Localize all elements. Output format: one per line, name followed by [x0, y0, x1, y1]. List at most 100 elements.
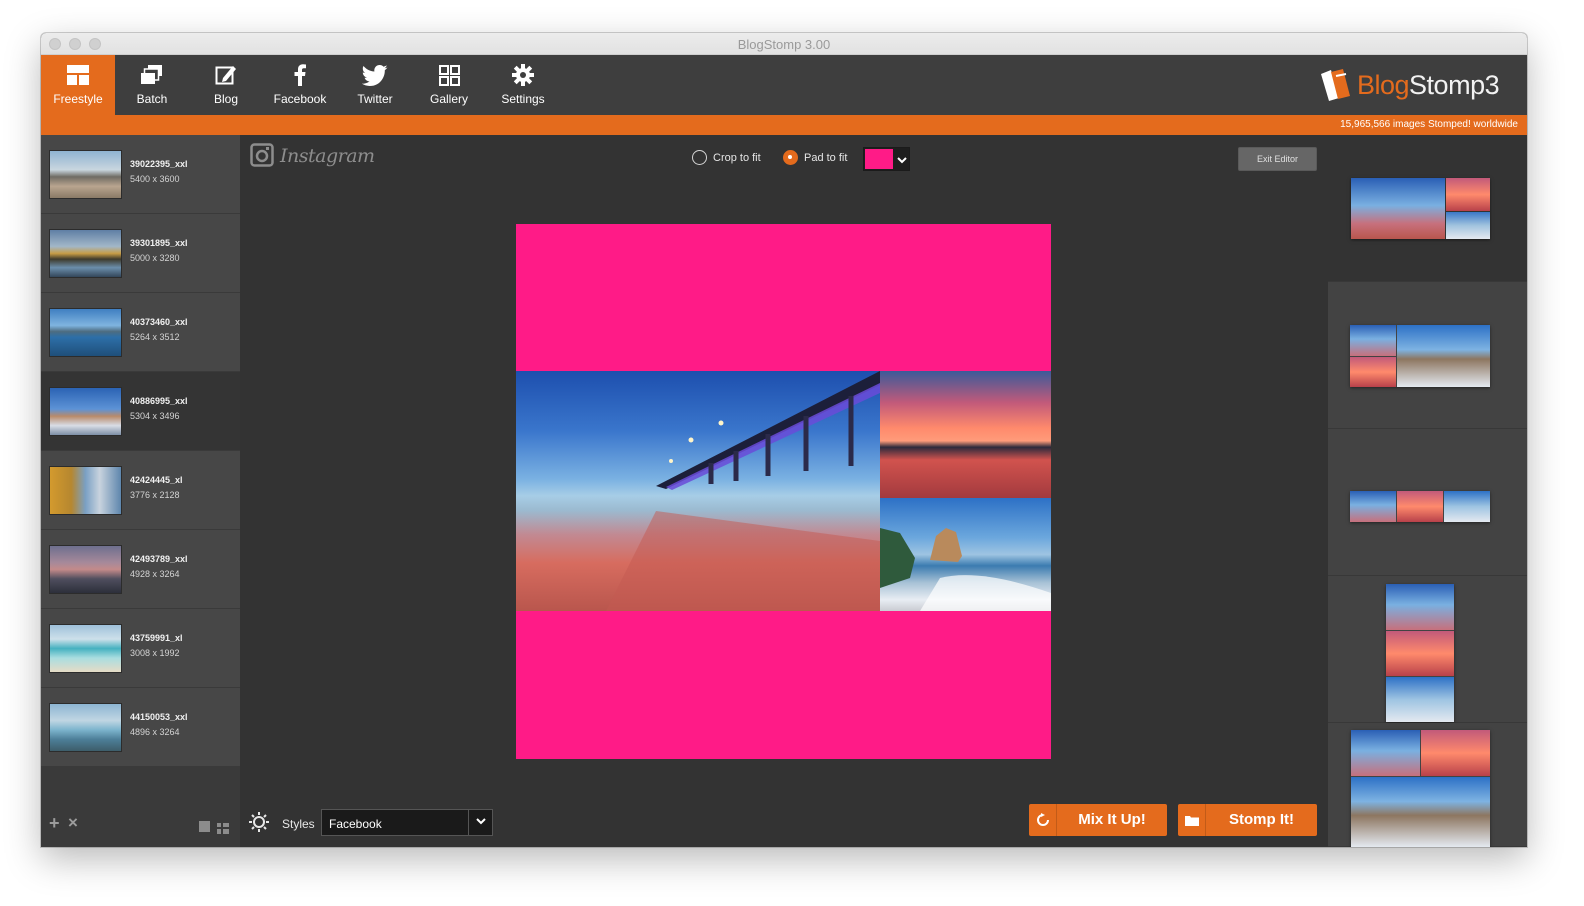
logo-mark-icon [1321, 69, 1350, 101]
layout-preview [1386, 584, 1454, 722]
tab-batch[interactable]: Batch [115, 55, 189, 115]
image-dims: 5264 x 3512 [130, 332, 180, 342]
image-thumbnail [49, 545, 122, 594]
image-list-item[interactable]: 43759991_xl 3008 x 1992 [41, 609, 240, 688]
image-list-item[interactable]: 39301895_xxl 5000 x 3280 [41, 214, 240, 293]
layout-preview [1350, 325, 1490, 387]
tab-facebook[interactable]: Facebook [263, 55, 337, 115]
app-window: BlogStomp 3.00 Freestyle Batch Blog Face… [41, 33, 1527, 847]
facebook-icon [263, 64, 337, 86]
image-thumbnail [49, 703, 122, 752]
shuffle-icon [1029, 804, 1057, 836]
image-dims: 3776 x 2128 [130, 490, 180, 500]
single-view-icon[interactable] [199, 821, 210, 832]
layout-canvas [516, 224, 1051, 759]
pier-photo[interactable] [516, 371, 880, 611]
image-dims: 5400 x 3600 [130, 174, 180, 184]
twitter-icon [338, 64, 412, 86]
window-title: BlogStomp 3.00 [737, 37, 831, 52]
mix-it-up-button[interactable]: Mix It Up! [1029, 804, 1167, 836]
image-name: 42424445_xl [130, 475, 183, 485]
image-list-item[interactable]: 44150053_xxl 4896 x 3264 [41, 688, 240, 767]
tab-settings[interactable]: Settings [486, 55, 560, 115]
mix-it-up-label: Mix It Up! [1078, 811, 1146, 828]
gear-icon [486, 64, 560, 86]
tab-blog[interactable]: Blog [189, 55, 263, 115]
layout-preset[interactable] [1328, 723, 1527, 847]
title-bar: BlogStomp 3.00 [41, 33, 1527, 55]
layout-preview [1351, 178, 1490, 239]
image-thumbnail [49, 624, 122, 673]
brightness-icon[interactable] [249, 812, 269, 832]
freestyle-icon [41, 64, 115, 86]
preset-name: Instagram [280, 145, 375, 167]
status-bar: 15,965,566 images Stomped! worldwide [41, 115, 1527, 135]
image-name: 43759991_xl [130, 633, 183, 643]
image-thumbnail [49, 466, 122, 515]
pad-color-swatch [865, 149, 893, 169]
image-list-item[interactable]: 42424445_xl 3776 x 2128 [41, 451, 240, 530]
editor-area: Instagram Crop to fit Pad to fit Exit Ed… [240, 135, 1328, 847]
styles-value: Facebook [329, 817, 382, 831]
tab-facebook-label: Facebook [273, 92, 327, 106]
layout-preset[interactable] [1328, 282, 1527, 429]
tab-batch-label: Batch [136, 92, 168, 106]
add-image-icon[interactable]: + [49, 814, 63, 832]
crop-to-fit-radio[interactable] [692, 150, 707, 165]
exit-editor-button[interactable]: Exit Editor [1238, 147, 1317, 171]
remove-image-icon[interactable]: × [68, 814, 82, 831]
tab-gallery[interactable]: Gallery [412, 55, 486, 115]
layout-preview [1351, 730, 1490, 847]
chevron-down-icon [897, 150, 907, 168]
image-list-item[interactable]: 40373460_xxl 5264 x 3512 [41, 293, 240, 372]
image-thumbnail [49, 308, 122, 357]
folder-icon [1178, 804, 1206, 836]
tab-freestyle-label: Freestyle [53, 92, 103, 106]
image-name: 39022395_xxl [130, 159, 188, 169]
main-toolbar: Freestyle Batch Blog Facebook Twitter Ga… [41, 55, 1527, 115]
layout-preset-selected[interactable] [1328, 135, 1527, 282]
brand-prefix: Blog [1357, 70, 1410, 100]
pad-to-fit-radio[interactable] [783, 150, 798, 165]
image-list-item-selected[interactable]: 40886995_xxl 5304 x 3496 [41, 372, 240, 451]
image-dims: 3008 x 1992 [130, 648, 180, 658]
instagram-icon [250, 143, 274, 167]
tab-blog-label: Blog [213, 92, 239, 106]
stomped-count: 15,965,566 images Stomped! worldwide [1340, 119, 1518, 130]
layout-presets-panel [1328, 135, 1527, 847]
image-dims: 5000 x 3280 [130, 253, 180, 263]
image-name: 40373460_xxl [130, 317, 188, 327]
list-view-icon[interactable] [217, 821, 229, 834]
gallery-grid-icon [412, 64, 486, 86]
brand-suffix: Stomp3 [1409, 70, 1500, 100]
image-list-item[interactable]: 39022395_xxl 5400 x 3600 [41, 135, 240, 214]
beach-rock-photo[interactable] [880, 498, 1051, 611]
tab-twitter-label: Twitter [357, 92, 393, 106]
preset-indicator: Instagram [250, 143, 380, 173]
pad-color-picker[interactable] [863, 147, 910, 171]
sunset-photo[interactable] [880, 371, 1051, 498]
crop-to-fit-label[interactable]: Crop to fit [713, 152, 761, 164]
tab-gallery-label: Gallery [429, 92, 468, 106]
image-name: 40886995_xxl [130, 396, 188, 406]
blog-edit-icon [189, 64, 263, 86]
layout-preset[interactable] [1328, 576, 1527, 723]
styles-select[interactable]: Facebook [321, 809, 493, 836]
pad-to-fit-label[interactable]: Pad to fit [804, 152, 847, 164]
image-name: 44150053_xxl [130, 712, 188, 722]
image-dims: 4896 x 3264 [130, 727, 180, 737]
chevron-down-icon [468, 810, 492, 835]
layout-preset[interactable] [1328, 429, 1527, 576]
image-name: 39301895_xxl [130, 238, 188, 248]
batch-icon [115, 64, 189, 86]
image-list-item[interactable]: 42493789_xxl 4928 x 3264 [41, 530, 240, 609]
tab-twitter[interactable]: Twitter [338, 55, 412, 115]
tab-settings-label: Settings [501, 92, 545, 106]
image-thumbnail [49, 229, 122, 278]
blogstomp-logo: BlogStomp3 [1317, 68, 1513, 104]
styles-label: Styles [282, 817, 315, 831]
stomp-it-button[interactable]: Stomp It! [1178, 804, 1317, 836]
tab-freestyle[interactable]: Freestyle [41, 55, 115, 115]
image-list-sidebar: 39022395_xxl 5400 x 3600 39301895_xxl 50… [41, 135, 240, 847]
image-thumbnail [49, 387, 122, 436]
